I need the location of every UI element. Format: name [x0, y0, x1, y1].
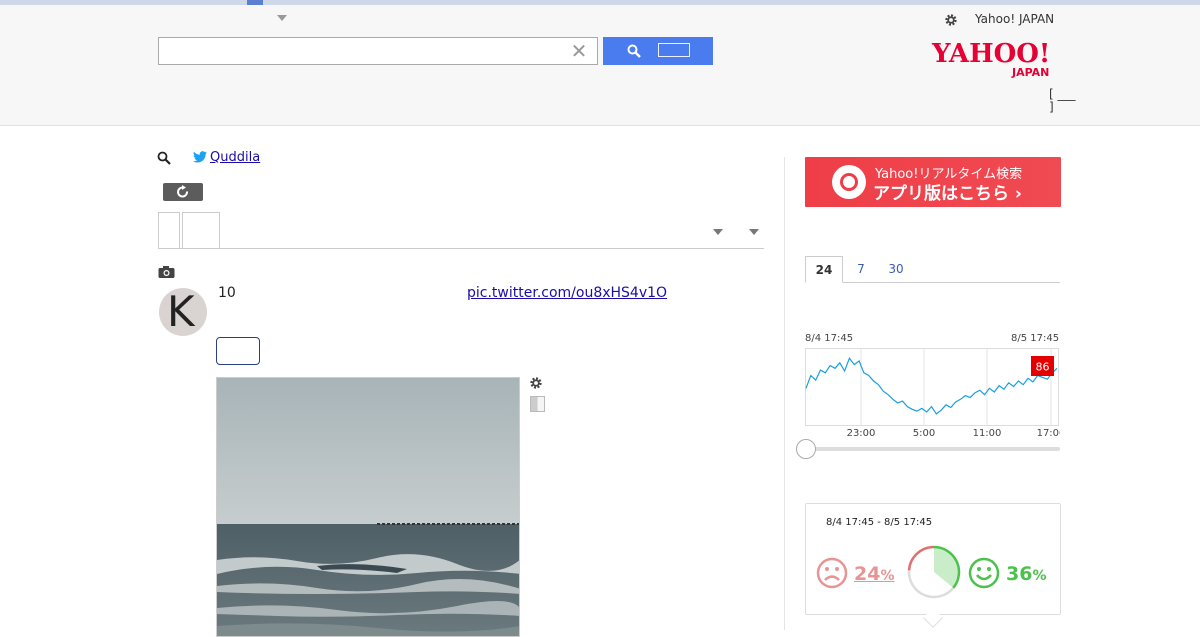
banner-line2: アプリ版はこちら › [873, 184, 1022, 204]
chart-start-label: 8/4 17:45 [805, 333, 854, 344]
avatar[interactable]: K [159, 288, 207, 336]
search-button-label-glyph [658, 43, 690, 57]
pic-link[interactable]: pic.twitter.com/ou8xHS4v1O [467, 285, 667, 301]
sentiment-range: 8/4 17:45 - 8/5 17:45 [826, 517, 933, 528]
time-slider-track[interactable] [806, 447, 1060, 451]
chart-end-label: 8/5 17:45 [1011, 333, 1060, 344]
positive-percent-value: 36 [1006, 563, 1033, 585]
gear-icon[interactable] [529, 376, 543, 390]
positive-percent[interactable]: 36% [1006, 563, 1046, 585]
twitter-bird-icon [193, 151, 207, 163]
tweet-action-button[interactable] [216, 337, 260, 365]
x-tick-label: 11:00 [973, 428, 1002, 439]
camera-icon [158, 266, 175, 278]
time-slider-handle[interactable] [796, 439, 816, 459]
negative-percent[interactable]: 24% [854, 563, 894, 585]
close-icon[interactable]: ✕ [569, 39, 589, 63]
avatar-image: K [167, 288, 195, 336]
tab-first[interactable] [158, 212, 180, 249]
tweet-text: 10 [218, 285, 236, 301]
x-tick-label: 5:00 [913, 428, 935, 439]
search-button[interactable] [603, 37, 713, 65]
search-icon [157, 151, 171, 165]
user-link[interactable]: Quddila [210, 150, 260, 165]
current-value-badge: 86 [1031, 356, 1054, 376]
header: Yahoo! JAPAN YAHOO! JAPAN [0, 5, 1200, 126]
chart-frame [805, 348, 1059, 426]
x-tick-label: 17:00 [1037, 428, 1060, 439]
smile-face-icon[interactable] [968, 557, 1000, 589]
search-icon [627, 44, 641, 58]
beach-photo [217, 378, 519, 636]
user-bracket-link[interactable]: [ ___ ] [1049, 88, 1076, 114]
refresh-button[interactable] [163, 183, 203, 201]
refresh-icon [177, 185, 188, 198]
tab-7[interactable]: 7 [853, 256, 869, 283]
positive-percent-unit: % [1032, 568, 1047, 584]
app-banner[interactable]: Yahoo!リアルタイム検索 アプリ版はこちら › [805, 157, 1061, 207]
logo-wordmark: YAHOO! [931, 39, 1050, 69]
search-circle-icon [832, 165, 866, 199]
chevron-down-icon[interactable] [277, 15, 287, 21]
logo-sub: JAPAN [1011, 66, 1049, 79]
yahoo-japan-link[interactable]: Yahoo! JAPAN [975, 12, 1054, 26]
chevron-down-icon[interactable] [749, 229, 759, 235]
tab-24[interactable]: 24 [805, 256, 843, 283]
sad-face-icon[interactable] [816, 557, 848, 589]
tweet-photo[interactable] [216, 377, 520, 637]
tabs-underline [158, 248, 764, 249]
negative-percent-unit: % [880, 568, 895, 584]
split-view-icon[interactable] [530, 396, 545, 412]
sentiment-panel: 8/4 17:45 - 8/5 17:45 24% 36% [805, 503, 1061, 615]
column-divider [784, 157, 785, 630]
gear-icon[interactable] [944, 13, 958, 27]
tab-30[interactable]: 30 [885, 256, 907, 283]
current-value: 86 [1036, 361, 1050, 374]
sentiment-donut [907, 545, 961, 599]
period-tabs: 24 7 30 [805, 256, 1060, 283]
search-input[interactable] [158, 37, 598, 65]
chevron-down-icon[interactable] [713, 229, 723, 235]
negative-percent-value: 24 [854, 563, 881, 585]
yahoo-japan-logo[interactable]: YAHOO! JAPAN [930, 38, 1070, 80]
tab-second[interactable] [182, 212, 220, 249]
x-tick-label: 23:00 [847, 428, 876, 439]
trend-chart[interactable]: 23:00 5:00 11:00 17:00 86 [805, 348, 1060, 443]
